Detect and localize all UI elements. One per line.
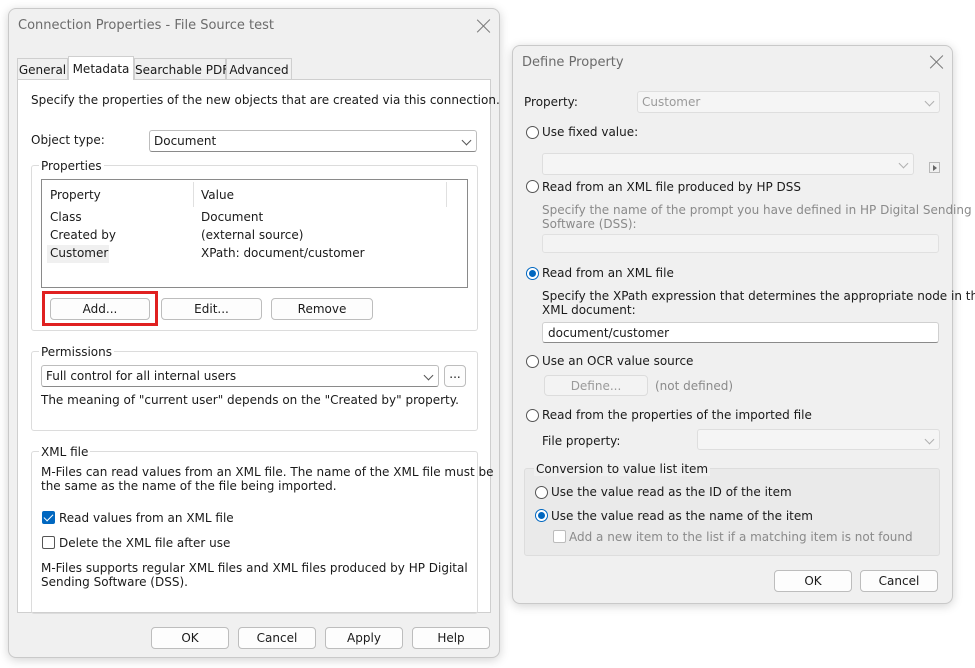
ok-button[interactable]: OK xyxy=(774,570,852,592)
delete-xml-checkbox[interactable] xyxy=(42,536,55,549)
property-cell: Customer xyxy=(50,246,109,260)
delete-xml-label[interactable]: Delete the XML file after use xyxy=(59,536,230,550)
property-cell: Class xyxy=(50,210,82,224)
dialog-title: Connection Properties - File Source test xyxy=(18,18,274,33)
chevron-down-icon xyxy=(924,96,935,107)
property-label: Property: xyxy=(524,95,578,109)
column-header-property[interactable]: Property xyxy=(50,188,101,202)
use-as-name-radio[interactable] xyxy=(535,509,548,522)
xpath-hint-line1: Specify the XPath expression that determ… xyxy=(542,289,975,303)
fixed-value-select[interactable] xyxy=(542,153,914,175)
column-divider xyxy=(193,182,194,207)
xml-description-line2: the same as the name of the file being i… xyxy=(41,479,337,493)
define-property-dialog: Define Property Property: Customer Use f… xyxy=(512,45,975,604)
cancel-button[interactable]: Cancel xyxy=(860,570,938,592)
use-as-id-label[interactable]: Use the value read as the ID of the item xyxy=(551,485,792,499)
add-new-item-label[interactable]: Add a new item to the list if a matching… xyxy=(569,530,913,544)
metadata-tab-panel: Specify the properties of the new object… xyxy=(17,79,500,614)
conversion-group-label: Conversion to value list item xyxy=(534,462,711,476)
hp-dss-hint-line2: Software (DSS): xyxy=(542,217,637,231)
tab-general[interactable]: General xyxy=(17,58,68,80)
define-ocr-button[interactable]: Define... xyxy=(544,375,648,396)
read-xml-checkbox[interactable] xyxy=(42,511,55,524)
tab-searchable-pdf[interactable]: Searchable PDF xyxy=(134,58,229,80)
property-select[interactable]: Customer xyxy=(637,91,940,113)
chevron-down-icon xyxy=(924,434,935,445)
object-type-label: Object type: xyxy=(31,133,105,147)
permissions-browse-button[interactable]: ... xyxy=(444,365,466,387)
edit-property-button[interactable]: Edit... xyxy=(161,298,262,320)
imported-file-properties-radio[interactable] xyxy=(526,409,539,422)
permissions-group xyxy=(31,351,478,431)
close-icon[interactable] xyxy=(929,54,945,70)
permissions-group-label: Permissions xyxy=(39,345,114,359)
hp-dss-label[interactable]: Read from an XML file produced by HP DSS xyxy=(542,180,801,194)
object-type-value: Document xyxy=(154,134,217,148)
help-button[interactable]: Help xyxy=(412,627,490,649)
value-cell: XPath: document/customer xyxy=(201,246,365,260)
ocr-source-label[interactable]: Use an OCR value source xyxy=(542,354,693,368)
ok-button[interactable]: OK xyxy=(151,627,229,649)
column-header-row: Property Value xyxy=(42,180,447,208)
xml-support-line2: Sending Software (DSS). xyxy=(41,575,188,589)
tab-advanced[interactable]: Advanced xyxy=(226,58,292,80)
close-icon[interactable] xyxy=(476,18,492,34)
chevron-down-icon xyxy=(461,135,472,146)
chevron-down-icon xyxy=(423,370,434,381)
properties-group-label: Properties xyxy=(39,159,104,173)
xml-file-label[interactable]: Read from an XML file xyxy=(542,266,674,280)
xml-description-line1: M-Files can read values from an XML file… xyxy=(41,465,494,479)
tab-metadata[interactable]: Metadata xyxy=(68,56,134,80)
expand-arrow-icon[interactable] xyxy=(929,162,940,173)
value-cell: Document xyxy=(201,210,264,224)
permissions-select[interactable]: Full control for all internal users xyxy=(41,365,439,387)
properties-list[interactable]: Property Value Class Document Created by… xyxy=(41,179,468,288)
add-new-item-checkbox[interactable] xyxy=(553,530,566,543)
cancel-button[interactable]: Cancel xyxy=(238,627,316,649)
ocr-not-defined: (not defined) xyxy=(655,379,733,393)
use-fixed-value-radio[interactable] xyxy=(526,126,539,139)
ocr-source-radio[interactable] xyxy=(526,355,539,368)
chevron-down-icon xyxy=(898,158,909,169)
column-divider xyxy=(446,182,447,207)
hp-dss-prompt-input[interactable] xyxy=(542,234,939,253)
object-type-select[interactable]: Document xyxy=(149,130,477,152)
hp-dss-radio[interactable] xyxy=(526,180,539,193)
value-cell: (external source) xyxy=(201,228,304,242)
property-value: Customer xyxy=(642,95,701,109)
xml-support-line1: M-Files supports regular XML files and X… xyxy=(41,561,468,575)
read-xml-label[interactable]: Read values from an XML file xyxy=(59,511,234,525)
xpath-hint-line2: XML document: xyxy=(542,303,636,317)
remove-property-button[interactable]: Remove xyxy=(271,298,373,320)
xml-file-group-label: XML file xyxy=(39,445,91,459)
permissions-note: The meaning of "current user" depends on… xyxy=(41,393,459,407)
use-fixed-value-label[interactable]: Use fixed value: xyxy=(542,125,638,139)
file-property-select[interactable] xyxy=(697,429,940,450)
use-as-id-radio[interactable] xyxy=(535,486,548,499)
table-row[interactable]: Customer XPath: document/customer xyxy=(42,245,467,263)
table-row[interactable]: Class Document xyxy=(42,209,467,227)
file-property-label: File property: xyxy=(542,434,621,448)
use-as-name-label[interactable]: Use the value read as the name of the it… xyxy=(551,509,813,523)
dialog-title: Define Property xyxy=(522,55,624,70)
property-cell: Created by xyxy=(50,228,117,242)
hp-dss-hint-line1: Specify the name of the prompt you have … xyxy=(542,203,972,217)
xpath-input[interactable]: document/customer xyxy=(542,322,939,343)
table-row[interactable]: Created by (external source) xyxy=(42,227,467,245)
metadata-description: Specify the properties of the new object… xyxy=(31,93,500,107)
xpath-value: document/customer xyxy=(548,326,670,340)
add-property-button[interactable]: Add... xyxy=(50,298,150,320)
apply-button[interactable]: Apply xyxy=(325,627,403,649)
connection-properties-dialog: Connection Properties - File Source test… xyxy=(8,8,500,658)
xml-file-radio[interactable] xyxy=(526,267,539,280)
permissions-value: Full control for all internal users xyxy=(46,369,237,383)
column-header-value[interactable]: Value xyxy=(201,188,234,202)
imported-file-properties-label[interactable]: Read from the properties of the imported… xyxy=(542,408,812,422)
